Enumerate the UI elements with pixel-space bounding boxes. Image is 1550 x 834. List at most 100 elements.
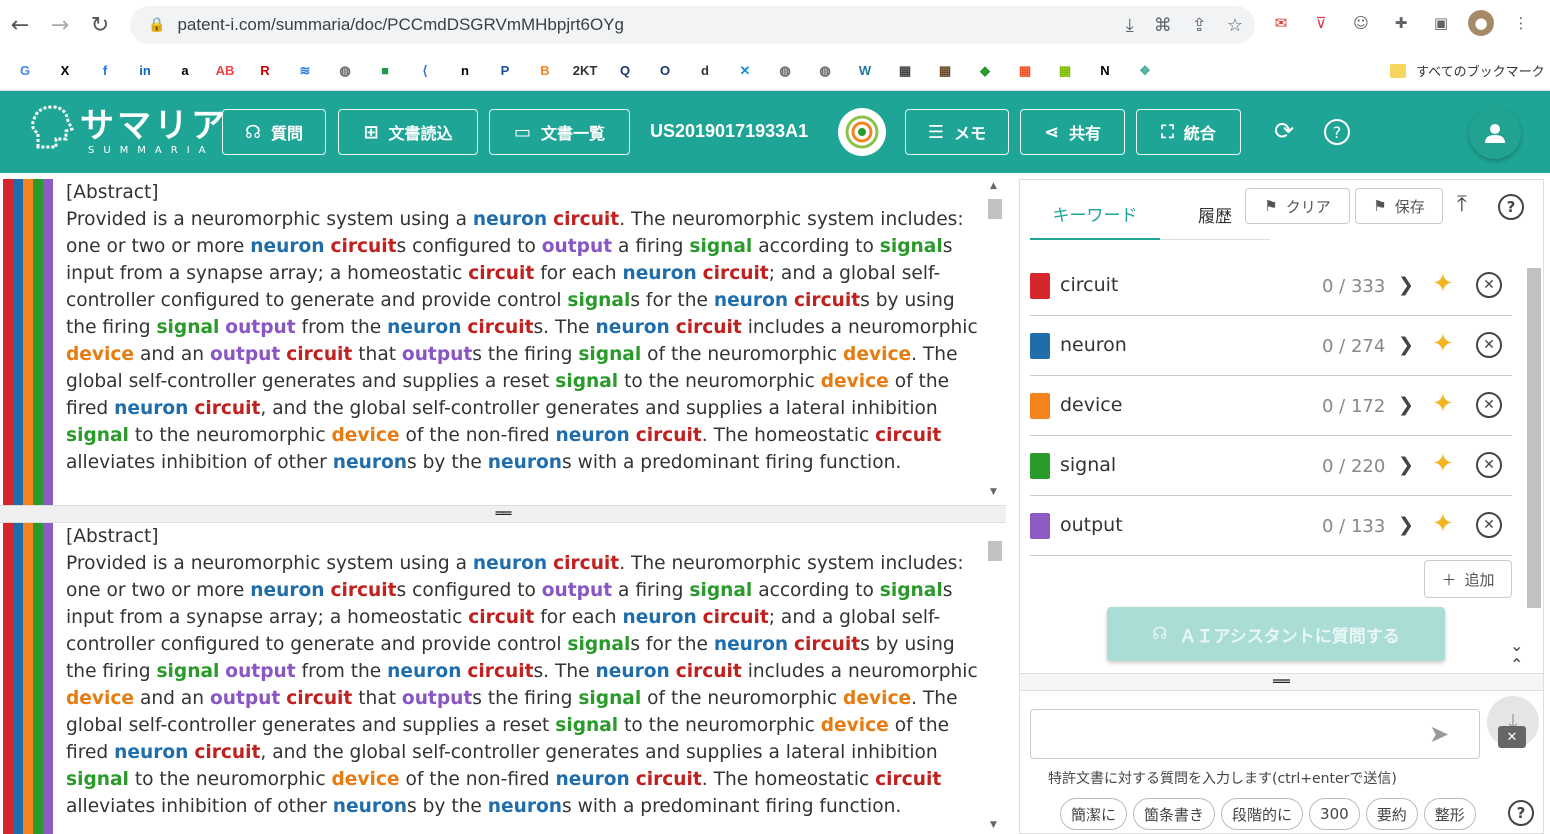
keyword-highlight[interactable]: output [225, 661, 295, 682]
bookmark-icon[interactable]: ▦ [934, 60, 956, 82]
bookmark-icon[interactable]: AB [214, 60, 236, 82]
keyword-highlight[interactable]: signal [567, 290, 630, 311]
prompt-chip[interactable]: 簡潔に [1060, 798, 1128, 830]
remove-keyword-icon[interactable]: ✕ [1476, 392, 1502, 418]
bookmark-icon[interactable]: a [174, 60, 196, 82]
keyword-highlight[interactable]: device [331, 425, 399, 446]
bookmark-icon[interactable]: 2KT [573, 60, 598, 82]
keyword-map-top[interactable] [3, 179, 53, 505]
chat-input-box[interactable]: ➤ [1030, 709, 1480, 759]
keyword-highlight[interactable]: output [402, 688, 472, 709]
keyword-row-circuit[interactable]: circuit 0 / 333 ❯ ✦ ✕ [1030, 256, 1512, 316]
keyword-highlight[interactable]: circuit [286, 688, 352, 709]
keyword-highlight[interactable]: neuron [622, 263, 696, 284]
keyword-highlight[interactable]: signal [156, 317, 219, 338]
keyword-color-swatch[interactable] [1030, 393, 1050, 419]
prompt-chip[interactable]: 要約 [1365, 798, 1418, 830]
chevron-right-icon[interactable]: ❯ [1398, 454, 1414, 476]
keyword-highlight[interactable]: neuron [622, 607, 696, 628]
menu-icon[interactable]: ⋮ [1508, 10, 1534, 36]
bookmark-icon[interactable]: Q [614, 60, 636, 82]
bookmark-icon[interactable]: ◍ [774, 60, 796, 82]
panel-splitter[interactable]: ══ [1020, 673, 1543, 691]
pocket-ext-icon[interactable]: ⊽ [1308, 10, 1334, 36]
keyword-highlight[interactable]: device [843, 688, 911, 709]
add-keyword-button[interactable]: ＋ 追加 [1424, 560, 1512, 598]
all-bookmarks[interactable]: すべてのブックマーク [1390, 61, 1545, 80]
keyword-highlight[interactable]: circuit [468, 263, 534, 284]
keyword-highlight[interactable]: neuron [250, 236, 324, 257]
keyword-highlight[interactable]: signal [555, 715, 618, 736]
remove-keyword-icon[interactable]: ✕ [1476, 272, 1502, 298]
chevron-right-icon[interactable]: ❯ [1398, 394, 1414, 416]
keyword-highlight[interactable]: device [331, 769, 399, 790]
bookmark-icon[interactable]: X [54, 60, 76, 82]
keyword-color-swatch[interactable] [1030, 273, 1050, 299]
bookmark-icon[interactable]: ✕ [734, 60, 756, 82]
keyword-highlight[interactable]: neuron [488, 796, 562, 817]
keyword-highlight[interactable]: signal [555, 371, 618, 392]
bookmark-icon[interactable]: ▦ [1054, 60, 1076, 82]
bookmark-icon[interactable]: ▦ [1014, 60, 1036, 82]
keyword-color-swatch[interactable] [1030, 513, 1050, 539]
save-button[interactable]: ⚑ 保存 [1355, 188, 1443, 224]
address-bar[interactable]: 🔒 patent-i.com/summaria/doc/PCCmdDSGRVmM… [130, 6, 1255, 44]
keyword-highlight[interactable]: device [66, 344, 134, 365]
document-list-button[interactable]: ▭ 文書一覧 [489, 109, 630, 155]
merge-button[interactable]: ⛶ 統合 [1136, 109, 1241, 155]
tab-history[interactable]: 履歴 [1198, 188, 1232, 240]
keyword-highlight[interactable]: neuron [114, 398, 188, 419]
sparkle-icon[interactable]: ✦ [1432, 269, 1454, 299]
keyword-row-neuron[interactable]: neuron 0 / 274 ❯ ✦ ✕ [1030, 316, 1512, 376]
clear-input-icon[interactable]: ✕ [1498, 726, 1526, 748]
question-button[interactable]: ☊ 質問 [222, 109, 326, 155]
keyword-highlight[interactable]: neuron [595, 661, 669, 682]
read-document-button[interactable]: ⊞ 文書読込 [338, 109, 478, 155]
star-icon[interactable]: ☆ [1227, 15, 1243, 36]
keyword-highlight[interactable]: circuit [636, 769, 702, 790]
keyword-highlight[interactable]: circuit [467, 661, 533, 682]
keyword-highlight[interactable]: signal [578, 344, 641, 365]
keyword-row-output[interactable]: output 0 / 133 ❯ ✦ ✕ [1030, 496, 1512, 556]
keyword-highlight[interactable]: output [210, 344, 280, 365]
remove-keyword-icon[interactable]: ✕ [1476, 512, 1502, 538]
keyword-highlight[interactable]: neuron [473, 553, 547, 574]
prompt-chip[interactable]: 箇条書き [1133, 798, 1216, 830]
scrollbar-top[interactable]: ▲ ▼ [986, 179, 1004, 499]
sparkle-icon[interactable]: ✦ [1432, 449, 1454, 479]
prompt-chip[interactable]: 300 [1309, 798, 1360, 830]
keyword-highlight[interactable]: signal [578, 688, 641, 709]
profile-avatar[interactable]: ● [1468, 10, 1494, 36]
logo[interactable]: サマリア SUMMARIA [26, 103, 228, 156]
keyword-color-swatch[interactable] [1030, 333, 1050, 359]
keyword-highlight[interactable]: circuit [194, 742, 260, 763]
keyword-highlight[interactable]: neuron [555, 769, 629, 790]
scroll-thumb[interactable] [988, 541, 1002, 561]
share-icon[interactable]: ⇪ [1192, 15, 1207, 36]
pane-splitter[interactable]: ══ [0, 505, 1006, 523]
keyword-highlight[interactable]: circuit [676, 661, 742, 682]
chat-input[interactable] [1041, 710, 1421, 756]
help-icon[interactable]: ? [1324, 119, 1350, 145]
keyword-highlight[interactable]: output [210, 688, 280, 709]
bookmark-icon[interactable]: ⟨ [414, 60, 436, 82]
keyword-highlight[interactable]: device [821, 371, 889, 392]
forward-icon[interactable]: → [40, 6, 80, 46]
bookmark-icon[interactable]: ◍ [334, 60, 356, 82]
keyword-highlight[interactable]: circuit [553, 209, 619, 230]
chevron-right-icon[interactable]: ❯ [1398, 274, 1414, 296]
bookmark-icon[interactable]: R [254, 60, 276, 82]
back-icon[interactable]: ← [0, 6, 40, 46]
bookmark-icon[interactable]: ◍ [814, 60, 836, 82]
keyword-highlight[interactable]: signal [66, 769, 129, 790]
keyword-highlight[interactable]: signal [66, 425, 129, 446]
keyword-row-signal[interactable]: signal 0 / 220 ❯ ✦ ✕ [1030, 436, 1512, 496]
keyword-highlight[interactable]: circuit [467, 317, 533, 338]
keyword-highlight[interactable]: circuit [794, 290, 860, 311]
bookmark-icon[interactable]: O [654, 60, 676, 82]
remove-keyword-icon[interactable]: ✕ [1476, 332, 1502, 358]
upload-icon[interactable]: ⤒ [1457, 192, 1467, 217]
scroll-down-icon[interactable]: ▼ [990, 487, 997, 497]
keyword-highlight[interactable]: circuit [553, 553, 619, 574]
panel-scrollbar[interactable] [1524, 250, 1542, 660]
